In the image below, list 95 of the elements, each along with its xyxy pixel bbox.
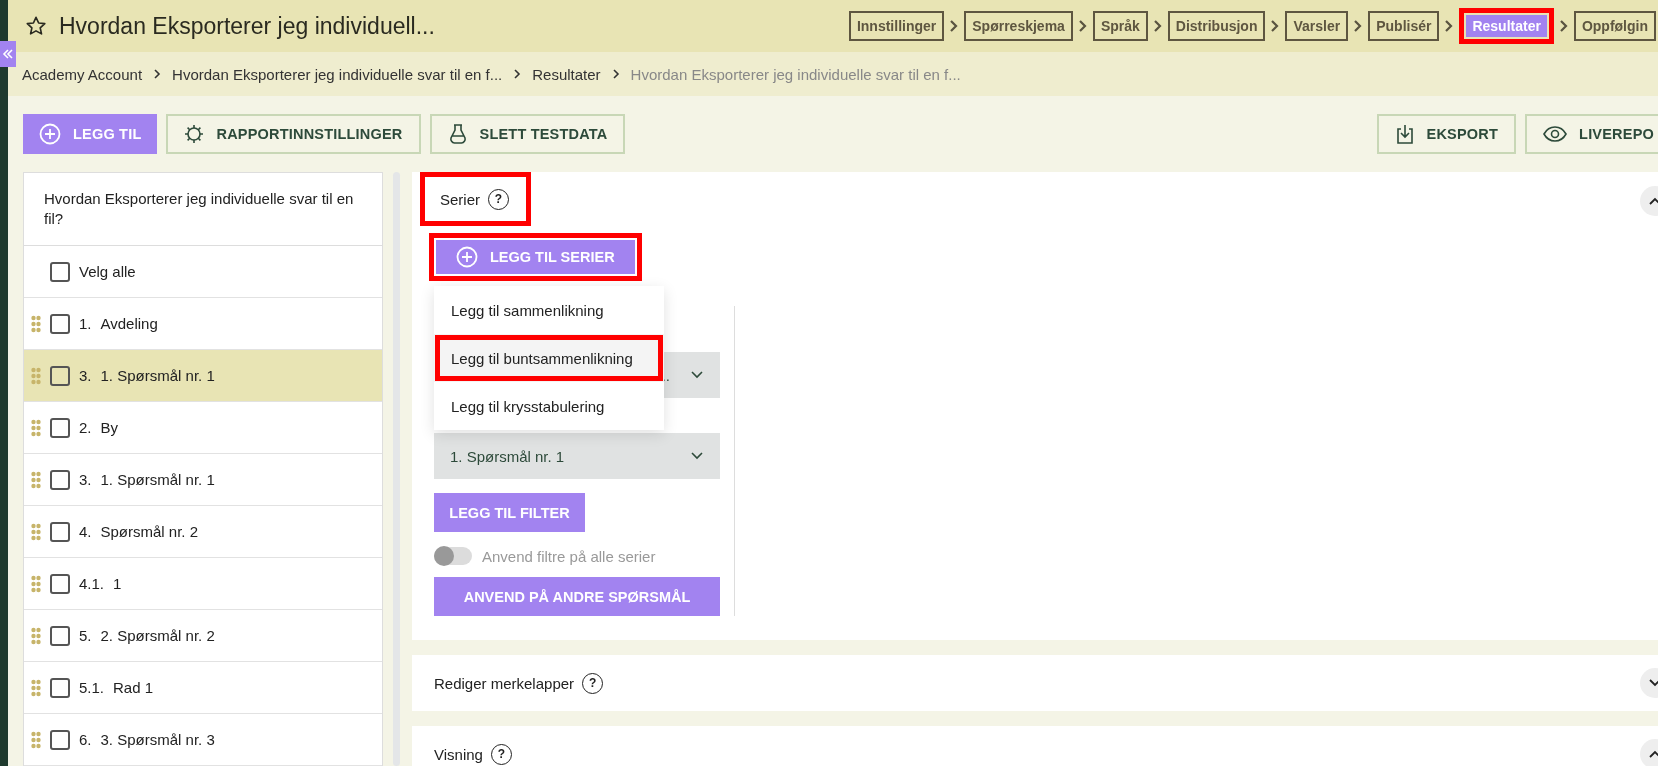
question-row[interactable]: 4.1. 1 — [24, 558, 382, 610]
chevron-down-icon — [690, 451, 704, 461]
survey-title: Hvordan Eksporterer jeg individuell... — [59, 12, 435, 40]
eye-icon — [1543, 126, 1568, 142]
double-chevron-left-icon — [2, 48, 14, 60]
chevron-right-icon — [1270, 19, 1281, 33]
step-tab[interactable]: Distribusjon — [1167, 11, 1266, 41]
chevron-right-icon — [512, 68, 523, 80]
chevron-right-icon — [610, 68, 621, 80]
breadcrumb-link[interactable]: Academy Account — [22, 65, 143, 83]
step-tab[interactable]: Varsler — [1285, 11, 1349, 41]
select-all-checkbox[interactable] — [50, 261, 70, 282]
toggle-label: Anvend filtre på alle serier — [482, 547, 656, 565]
breadcrumb-link[interactable]: Hvordan Eksporterer jeg individuelle svar til en f... — [172, 65, 503, 83]
question-number: 6. — [79, 731, 92, 748]
question-row[interactable]: 2. By — [24, 402, 382, 454]
question-checkbox[interactable] — [50, 313, 70, 334]
export-button[interactable]: EKSPORT — [1376, 114, 1517, 154]
question-checkbox[interactable] — [50, 625, 70, 646]
question-number: 1. — [79, 315, 92, 332]
question-checkbox[interactable] — [50, 521, 70, 542]
drag-handle-icon[interactable] — [31, 418, 41, 437]
drag-handle-icon[interactable] — [31, 470, 41, 489]
menu-item[interactable]: Legg til krysstabulering — [434, 382, 664, 430]
question-row[interactable]: 3. 1. Spørsmål nr. 1 — [24, 454, 382, 506]
question-checkbox[interactable] — [50, 417, 70, 438]
question-checkbox[interactable] — [50, 365, 70, 386]
question-row[interactable]: 4. Spørsmål nr. 2 — [24, 506, 382, 558]
question-number: 3. — [79, 367, 92, 384]
chevron-right-icon — [152, 68, 163, 80]
question-row[interactable]: 6. 3. Spørsmål nr. 3 — [24, 714, 382, 766]
drag-handle-icon[interactable] — [31, 626, 41, 645]
step-tab[interactable]: Språk — [1092, 11, 1148, 41]
drag-handle-icon[interactable] — [31, 366, 41, 385]
question-number: 4. — [79, 523, 92, 540]
question-row[interactable]: 5. 2. Spørsmål nr. 2 — [24, 610, 382, 662]
menu-item[interactable]: Legg til buntsammenlikning — [434, 334, 664, 382]
delete-testdata-button[interactable]: SLETT TESTDATA — [429, 114, 626, 154]
chevron-down-icon — [1648, 678, 1658, 688]
live-report-button[interactable]: LIVEREPO — [1525, 114, 1658, 154]
star-icon[interactable] — [25, 15, 47, 37]
step-tab[interactable]: Publisér — [1368, 11, 1440, 41]
panel-title: Serier — [440, 190, 480, 208]
chevron-right-icon — [1558, 19, 1569, 33]
question-label: 1. Spørsmål nr. 1 — [100, 367, 215, 384]
flask-icon — [447, 123, 468, 145]
panel-title: Visning — [434, 745, 483, 763]
question-checkbox[interactable] — [50, 573, 70, 594]
question-checkbox[interactable] — [50, 469, 70, 490]
question-list-title: Hvordan Eksporterer jeg individuelle svar til en fil? — [24, 173, 382, 246]
select-all-label: Velg alle — [79, 263, 136, 280]
step-tab[interactable]: Spørreskjema — [964, 11, 1073, 41]
plus-circle-icon — [39, 123, 61, 145]
chevron-up-icon — [1648, 196, 1658, 206]
question-number: 3. — [79, 471, 92, 488]
question-number: 4.1. — [79, 575, 105, 592]
drag-handle-icon[interactable] — [31, 678, 41, 697]
question-row[interactable]: 5.1. Rad 1 — [24, 662, 382, 714]
chevron-down-icon — [690, 370, 704, 380]
drag-handle-icon[interactable] — [31, 574, 41, 593]
panel-title: Rediger merkelapper — [434, 674, 575, 692]
drag-handle-icon[interactable] — [31, 314, 41, 333]
question-number: 5.1. — [79, 679, 105, 696]
question-label: Rad 1 — [113, 679, 154, 696]
chevron-right-icon — [1444, 19, 1455, 33]
question-checkbox[interactable] — [50, 677, 70, 698]
question-label: Avdeling — [100, 315, 158, 332]
question-label: 1 — [113, 575, 122, 592]
drag-handle-icon[interactable] — [31, 730, 41, 749]
breadcrumb-link[interactable]: Resultater — [532, 65, 601, 83]
gear-icon — [184, 124, 205, 144]
chevron-right-icon — [949, 19, 960, 33]
chevron-right-icon — [1077, 19, 1088, 33]
question-label: By — [100, 419, 119, 436]
question-checkbox[interactable] — [50, 729, 70, 750]
question-label: 2. Spørsmål nr. 2 — [100, 627, 215, 644]
question-label: 3. Spørsmål nr. 3 — [100, 731, 215, 748]
chevron-right-icon — [1353, 19, 1364, 33]
chevron-up-icon — [1648, 749, 1658, 759]
step-tab[interactable]: Innstillinger — [848, 11, 945, 41]
question-number: 5. — [79, 627, 92, 644]
download-icon — [1394, 123, 1415, 145]
menu-item[interactable]: Legg til sammenlikning — [434, 286, 664, 334]
report-settings-button[interactable]: RAPPORTINNSTILLINGER — [166, 114, 421, 154]
collapse-sidebar-button[interactable] — [0, 41, 16, 67]
question-select[interactable]: 1. Spørsmål nr. 1 — [434, 433, 720, 479]
chevron-right-icon — [1152, 19, 1163, 33]
step-tab[interactable]: Oppfølgin — [1573, 11, 1656, 41]
toggle-switch[interactable] — [434, 547, 472, 565]
question-label: 1. Spørsmål nr. 1 — [100, 471, 215, 488]
drag-handle-icon[interactable] — [31, 522, 41, 541]
question-number: 2. — [79, 419, 92, 436]
plus-circle-icon — [456, 246, 478, 268]
question-row[interactable]: 3. 1. Spørsmål nr. 1 — [24, 350, 382, 402]
question-label: Spørsmål nr. 2 — [100, 523, 199, 540]
